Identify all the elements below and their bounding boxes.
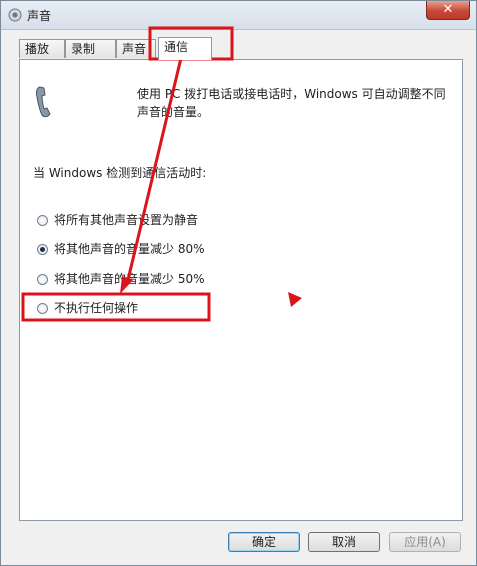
radio-mute-all[interactable] [37,215,48,226]
speaker-icon [8,8,22,22]
close-button[interactable]: ✕ [426,1,470,20]
close-icon: ✕ [442,2,454,17]
detection-group-label: 当 Windows 检测到通信活动时: [33,166,207,180]
tab-communications[interactable]: 通信 [158,37,212,60]
telephone-icon [35,86,51,118]
apply-button[interactable]: 应用(A) [389,532,461,552]
tab-recording[interactable]: 录制 [65,39,116,58]
radio-reduce-50[interactable] [37,274,48,285]
cancel-button[interactable]: 取消 [308,532,380,552]
communication-description: 使用 PC 拨打电话或接电话时，Windows 可自动调整不同声音的音量。 [137,87,446,119]
communications-panel [19,59,463,521]
option-label: 将所有其他声音设置为静音 [54,213,199,227]
option-label: 将其他声音的音量减少 50% [54,272,205,286]
title-bar[interactable]: 声音 ✕ [1,1,476,30]
radio-reduce-80[interactable] [37,244,48,255]
tab-playback[interactable]: 播放 [19,39,65,58]
option-label: 将其他声音的音量减少 80% [54,242,205,256]
ok-button[interactable]: 确定 [228,532,300,552]
sound-dialog-window: 声音 ✕ 播放 录制 声音 通信 使用 PC 拨打电话或接电话时，Windows… [0,0,477,566]
window-title: 声音 [27,9,52,23]
option-label: 不执行任何操作 [54,301,139,315]
tab-sounds[interactable]: 声音 [116,39,156,58]
radio-do-nothing[interactable] [37,303,48,314]
